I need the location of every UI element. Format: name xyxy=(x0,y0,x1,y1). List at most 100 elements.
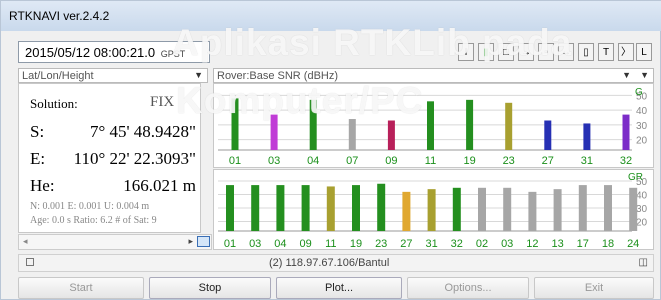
snr-bar xyxy=(402,191,411,231)
snr-plot-glonass: 50 40 30 20 GR 01 03 04 09 11 19 23 27 31 32 02 03 12 13 17… xyxy=(213,169,654,250)
snr-bar xyxy=(270,114,278,150)
satellite-label: 23 xyxy=(503,155,515,167)
satellite-label: 01 xyxy=(224,238,236,250)
snr-bar xyxy=(377,183,386,231)
plot-type-select[interactable]: Rover:Base SNR (dBHz) ▼ ▼ xyxy=(213,68,654,83)
snr-bar xyxy=(503,187,512,231)
time-system[interactable]: GPST xyxy=(161,49,186,59)
stop-button[interactable]: Stop xyxy=(149,277,271,299)
satellite-label: 17 xyxy=(577,238,589,250)
constellation-label: GR xyxy=(628,172,643,183)
satellite-label: 32 xyxy=(620,155,632,167)
input-stream-icon[interactable]: I xyxy=(458,43,474,61)
snr-bar xyxy=(309,99,317,150)
satellite-label: 27 xyxy=(400,238,412,250)
longitude-value: 110° 22' 22.3093" xyxy=(73,149,196,168)
snr-bar xyxy=(352,185,360,231)
age-ratio-line: Age: 0.0 s Ratio: 6.2 # of Sat: 9 xyxy=(30,215,157,226)
status-indicator-icon xyxy=(26,258,34,266)
snr-bar xyxy=(478,187,486,231)
options-button[interactable]: Options... xyxy=(407,277,529,299)
satellite-label: 19 xyxy=(463,155,475,167)
chevron-right-icon[interactable]: 〉 xyxy=(618,43,634,61)
satellite-label: 12 xyxy=(526,238,538,250)
snr-plot-gps: 50 40 30 20 G 01 03 04 07 09 11 19 23 27 31 32 xyxy=(213,83,654,168)
constellation-label: G xyxy=(635,87,643,98)
snr-bar xyxy=(505,102,513,150)
plot-type-value: Rover:Base SNR (dBHz) xyxy=(217,70,339,82)
output-stream-icon[interactable]: □ xyxy=(498,43,514,61)
std-dev-line: N: 0.001 E: 0.001 U: 0.004 m xyxy=(30,201,150,212)
solution-panel: Solution: FIX S: 7° 45' 48.9428" E: 110°… xyxy=(18,83,201,233)
chevron-down-icon: ▼ xyxy=(640,70,649,80)
latitude-value: 7° 45' 48.9428" xyxy=(89,122,196,141)
snr-bar xyxy=(251,185,260,231)
solution-status: FIX xyxy=(150,94,175,110)
chevron-down-icon: ▼ xyxy=(622,70,631,80)
snr-bar xyxy=(528,191,537,231)
status-text: (2) 118.97.67.106/Bantul xyxy=(269,257,390,269)
satellite-label: 11 xyxy=(425,155,436,167)
scroll-right-icon[interactable]: ▸ xyxy=(188,236,193,247)
satellite-label: 04 xyxy=(274,238,286,250)
arrow-right-icon[interactable]: → xyxy=(518,43,534,61)
satellite-label: 03 xyxy=(501,238,513,250)
satellite-label: 32 xyxy=(451,238,463,250)
satellite-label: 09 xyxy=(299,238,311,250)
satellite-label: 11 xyxy=(325,238,336,250)
rtknavi-window: RTKNAVI ver.2.4.2 2015/05/12 08:00:21.0 … xyxy=(0,0,661,300)
solution-view-select[interactable]: Lat/Lon/Height ▼ xyxy=(18,68,208,83)
start-button[interactable]: Start xyxy=(18,277,144,299)
scroll-left-icon[interactable]: ◂ xyxy=(23,236,28,247)
height-value: 166.021 m xyxy=(123,176,196,195)
solution-view-value: Lat/Lon/Height xyxy=(22,70,94,82)
y-tick-label: 40 xyxy=(636,191,648,202)
snr-chart-glonass: 50403020GR01 03 04 09 11 19 23 27 31 32 02 03 12 13 17… xyxy=(218,172,648,250)
satellite-label: 01 xyxy=(229,155,241,167)
chevron-down-icon: ▼ xyxy=(194,70,203,80)
signal-bars-icon[interactable]: ▮ xyxy=(478,43,494,61)
satellite-label: 18 xyxy=(602,238,614,250)
panel-icon[interactable]: ▯ xyxy=(578,43,594,61)
status-bar: (2) 118.97.67.106/Bantul ◫ xyxy=(18,254,654,272)
y-tick-label: 20 xyxy=(636,218,648,229)
title-bar: RTKNAVI ver.2.4.2 xyxy=(1,1,661,31)
snr-bar xyxy=(583,123,591,150)
satellite-label: 31 xyxy=(425,238,437,250)
snr-bar xyxy=(544,120,552,150)
satellite-label: 19 xyxy=(350,238,362,250)
snr-chart-gps: 50403020G01 03 04 07 09 11 19 23 27 31 32 xyxy=(218,87,648,167)
expand-icon[interactable]: ◫ xyxy=(639,257,648,268)
solution-label: Solution: xyxy=(30,96,78,111)
snr-bar xyxy=(231,98,239,150)
snr-bar xyxy=(629,187,638,231)
log-icon[interactable]: L xyxy=(636,43,652,61)
snr-bar xyxy=(578,185,587,231)
snr-bar xyxy=(553,189,562,231)
snr-bar xyxy=(466,99,474,150)
snr-bar xyxy=(301,185,310,231)
time-display: 2015/05/12 08:00:21.0 GPST xyxy=(18,41,210,63)
satellite-label: 27 xyxy=(542,155,554,167)
height-label: He: xyxy=(30,176,55,195)
satellite-label: 07 xyxy=(346,155,358,167)
snr-bar xyxy=(387,120,395,150)
satellite-label: 23 xyxy=(375,238,387,250)
latitude-label: S: xyxy=(30,122,45,141)
arrow-right-icon[interactable]: → xyxy=(558,43,574,61)
y-tick-label: 20 xyxy=(636,136,648,147)
satellite-label: 13 xyxy=(551,238,563,250)
keyboard-icon[interactable] xyxy=(197,236,210,247)
monitor-icon[interactable]: T xyxy=(598,43,614,61)
satellite-label: 24 xyxy=(627,238,639,250)
log-stream-icon[interactable]: ▫ xyxy=(538,43,554,61)
y-tick-label: 30 xyxy=(636,121,648,132)
horizontal-scrollbar[interactable]: ◂ ▸ xyxy=(18,234,212,250)
exit-button[interactable]: Exit xyxy=(534,277,654,299)
toolbar: 2015/05/12 08:00:21.0 GPST I ▮ □ → ▫ → ▯… xyxy=(18,41,654,65)
satellite-label: 02 xyxy=(476,238,488,250)
plot-button[interactable]: Plot... xyxy=(276,277,402,299)
y-tick-label: 30 xyxy=(636,204,648,215)
satellite-label: 31 xyxy=(581,155,593,167)
time-value: 2015/05/12 08:00:21.0 xyxy=(25,45,156,60)
